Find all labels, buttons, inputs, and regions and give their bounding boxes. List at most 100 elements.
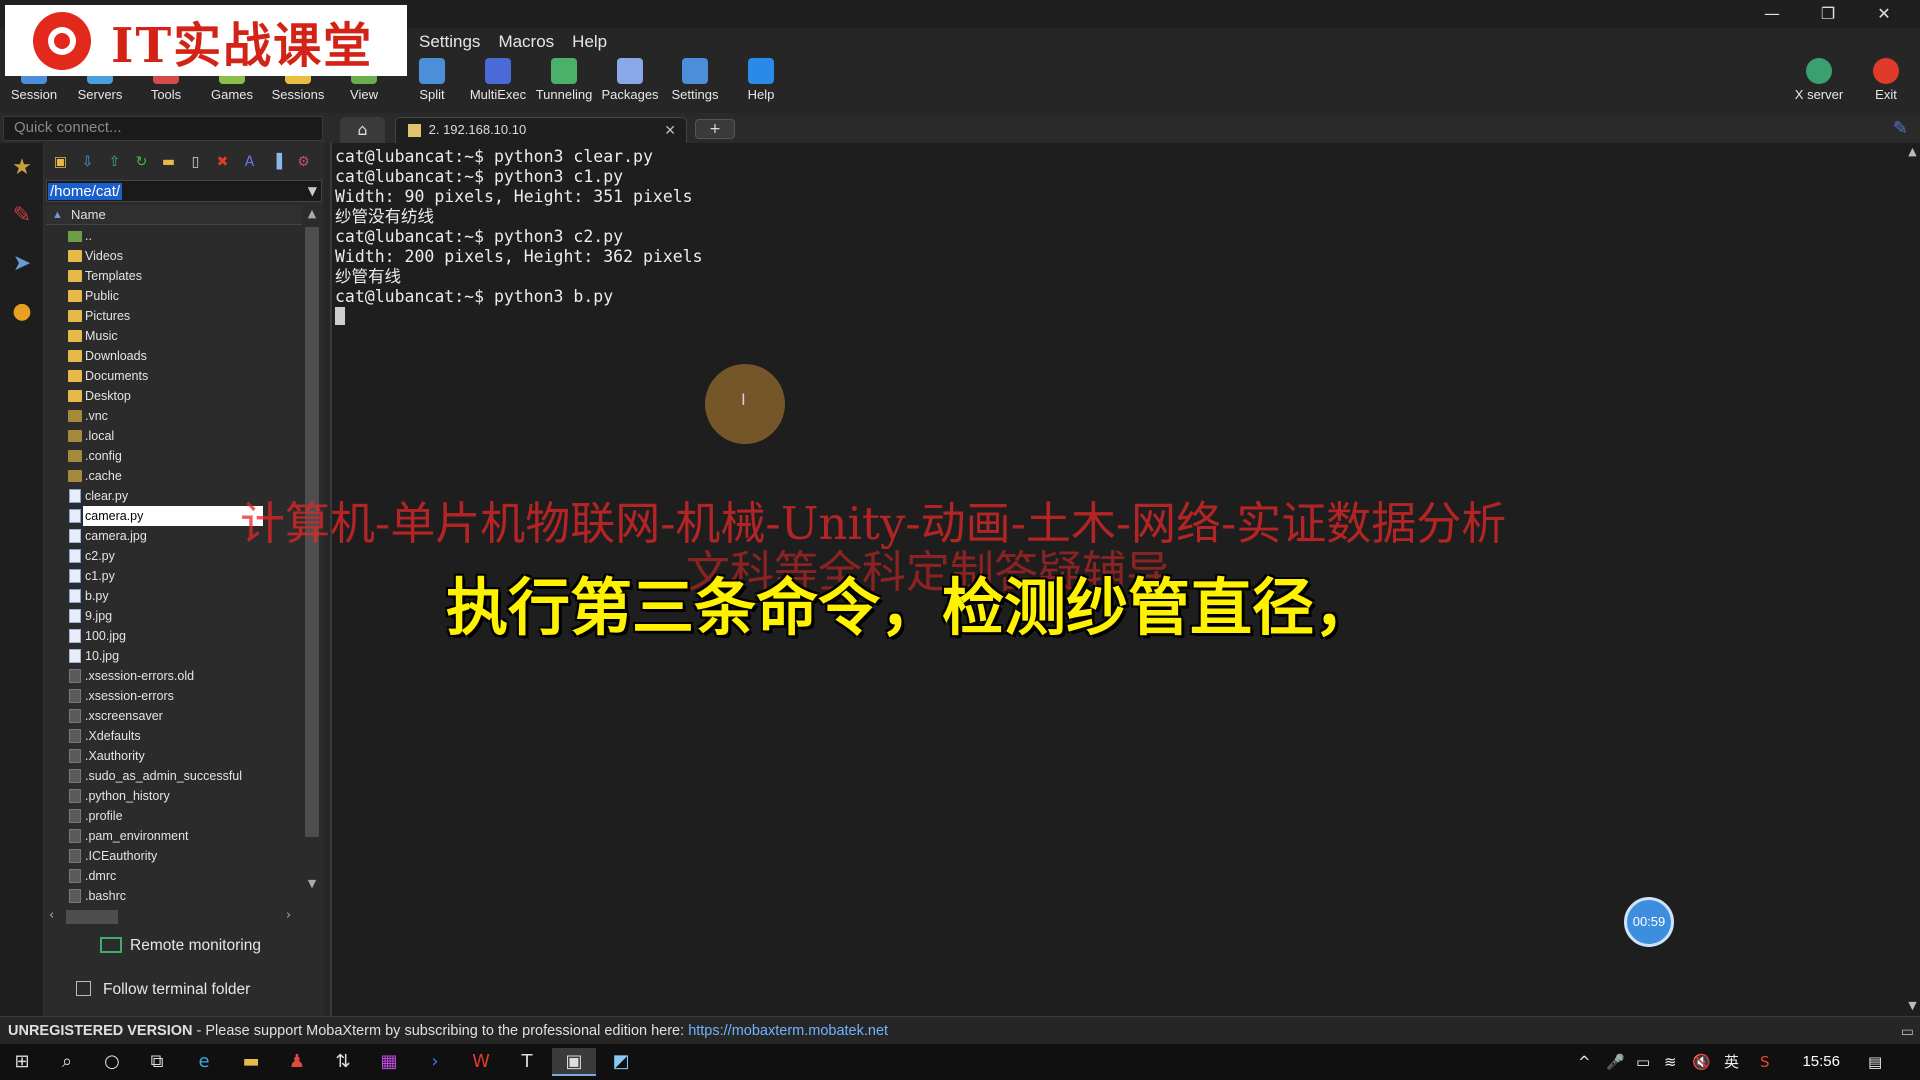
settings-icon[interactable]: ⚙ [291,150,316,174]
file-list-item[interactable]: 9.jpg [46,606,302,626]
refresh-icon[interactable]: ↻ [129,150,154,174]
new-folder-icon[interactable]: ▬ [156,150,181,174]
file-list-item[interactable]: Documents [46,366,302,386]
file-list-item[interactable]: .xscreensaver [46,706,302,726]
file-list-item[interactable]: .sudo_as_admin_successful [46,766,302,786]
scroll-up-icon[interactable]: ▲ [302,207,322,220]
mobatek-link[interactable]: https://mobaxterm.mobatek.net [688,1023,888,1039]
ime-indicator[interactable]: 英 [1724,1044,1739,1080]
new-file-icon[interactable]: ▯ [183,150,208,174]
file-list-item[interactable]: .python_history [46,786,302,806]
file-list-item[interactable]: Music [46,326,302,346]
file-list-item[interactable]: Pictures [46,306,302,326]
open-folder-icon[interactable]: ▣ [48,150,73,174]
terminal-scroll-up-icon[interactable]: ▲ [1905,145,1920,158]
edge-icon[interactable]: e [190,1048,218,1076]
notification-icon[interactable]: ▭ [1901,1017,1914,1045]
star-icon[interactable]: ★ [0,143,44,191]
file-list-item[interactable]: .. [46,226,302,246]
clock[interactable]: 15:56 [1802,1044,1840,1080]
scroll-down-icon[interactable]: ▼ [302,877,322,890]
tools-icon[interactable]: ✎ [0,191,44,239]
send-icon[interactable]: ➤ [0,239,44,287]
mobaxterm-taskbar-icon[interactable]: ▣ [552,1048,596,1076]
menu-settings[interactable]: Settings [410,28,489,56]
typora-icon[interactable]: T [513,1048,541,1076]
file-explorer-icon[interactable]: ▬ [237,1048,265,1076]
toolbar-settings-button[interactable]: Settings [662,56,728,106]
battery-icon[interactable]: ▭ [1636,1044,1650,1080]
file-list-item[interactable]: .xsession-errors.old [46,666,302,686]
upload-icon[interactable]: ⇧ [102,150,127,174]
scroll-left-icon[interactable]: ‹ [49,908,54,923]
menu-help[interactable]: Help [563,28,616,56]
file-list-item[interactable]: 100.jpg [46,626,302,646]
hscroll-thumb[interactable] [66,910,118,924]
file-list-item[interactable]: Downloads [46,346,302,366]
file-list-item[interactable]: Public [46,286,302,306]
file-list-item[interactable]: Templates [46,266,302,286]
task-view-icon[interactable]: ⧉ [143,1048,171,1076]
terminal-scroll-down-icon[interactable]: ▼ [1905,999,1920,1012]
toolbar-split-button[interactable]: Split [399,56,465,106]
search-icon[interactable]: ⌕ [53,1048,81,1076]
file-list-item[interactable]: Videos [46,246,302,266]
file-list-item[interactable]: .bashrc [46,886,302,906]
microphone-icon[interactable]: 🎤 [1606,1044,1625,1080]
toolbar-exit-button[interactable]: Exit [1853,56,1919,106]
delete-icon[interactable]: ✖ [210,150,235,174]
checkbox[interactable] [76,981,91,996]
start-icon[interactable]: ⊞ [8,1048,36,1076]
path-input[interactable]: /home/cat/ ▼ [46,180,322,202]
sogou-ime-icon[interactable]: S [1760,1044,1770,1080]
quick-connect-input[interactable]: Quick connect... [3,116,323,141]
cortana-icon[interactable]: ○ [98,1048,126,1076]
rename-icon[interactable]: A [237,150,262,174]
sftp-icon[interactable]: ● [0,287,44,335]
file-list-horizontal-scrollbar[interactable]: ‹ › [46,908,302,926]
column-header-name[interactable]: ▲ Name [46,205,302,225]
file-list-item[interactable]: .dmrc [46,866,302,886]
toolbar-packages-button[interactable]: Packages [597,56,663,106]
maximize-button[interactable]: ❐ [1800,0,1856,28]
close-button[interactable]: ✕ [1856,0,1912,28]
toolbar-x-server-button[interactable]: X server [1786,56,1852,106]
wifi-icon[interactable]: ≋ [1664,1044,1677,1080]
toolbar-multiexec-button[interactable]: MultiExec [465,56,531,106]
file-list-item[interactable]: .ICEauthority [46,846,302,866]
chevron-down-icon[interactable]: ▼ [308,181,317,201]
file-list-item[interactable]: .Xauthority [46,746,302,766]
paperclip-icon[interactable]: ✎ [1893,118,1908,139]
scroll-right-icon[interactable]: › [286,908,291,923]
file-list-item[interactable]: .config [46,446,302,466]
toolbar-help-button[interactable]: Help [728,56,794,106]
remote-monitoring-button[interactable]: Remote monitoring [96,937,261,955]
file-list-item[interactable]: .cache [46,466,302,486]
follow-terminal-folder-checkbox[interactable]: Follow terminal folder [76,981,250,999]
file-list-item[interactable]: .Xdefaults [46,726,302,746]
tray-overflow-icon[interactable]: ^ [1578,1044,1591,1080]
app-icon-3[interactable]: ▦ [375,1048,403,1076]
file-list-item[interactable]: .vnc [46,406,302,426]
app-icon-1[interactable]: ♟ [283,1048,311,1076]
new-tab-button[interactable]: + [695,119,735,139]
file-list-item[interactable]: .local [46,426,302,446]
tab-close-icon[interactable]: ✕ [664,118,676,142]
file-list-item[interactable]: .profile [46,806,302,826]
wps-icon[interactable]: W [467,1048,495,1076]
terminal-sync-icon[interactable]: ▐ [264,150,289,174]
app-icon-4[interactable]: ◩ [607,1048,635,1076]
toolbar-tunneling-button[interactable]: Tunneling [531,56,597,106]
minimize-button[interactable]: — [1744,0,1800,28]
powershell-icon[interactable]: › [421,1048,449,1076]
file-list-item[interactable]: 10.jpg [46,646,302,666]
file-list-item[interactable]: .pam_environment [46,826,302,846]
download-icon[interactable]: ⇩ [75,150,100,174]
menu-macros[interactable]: Macros [489,28,563,56]
app-icon-2[interactable]: ⇅ [329,1048,357,1076]
file-list-item[interactable]: c1.py [46,566,302,586]
action-center-icon[interactable]: ▤ [1868,1044,1882,1080]
session-tab[interactable]: 2. 192.168.10.10 ✕ [395,117,687,143]
file-list-item[interactable]: b.py [46,586,302,606]
home-tab[interactable]: ⌂ [340,117,385,143]
